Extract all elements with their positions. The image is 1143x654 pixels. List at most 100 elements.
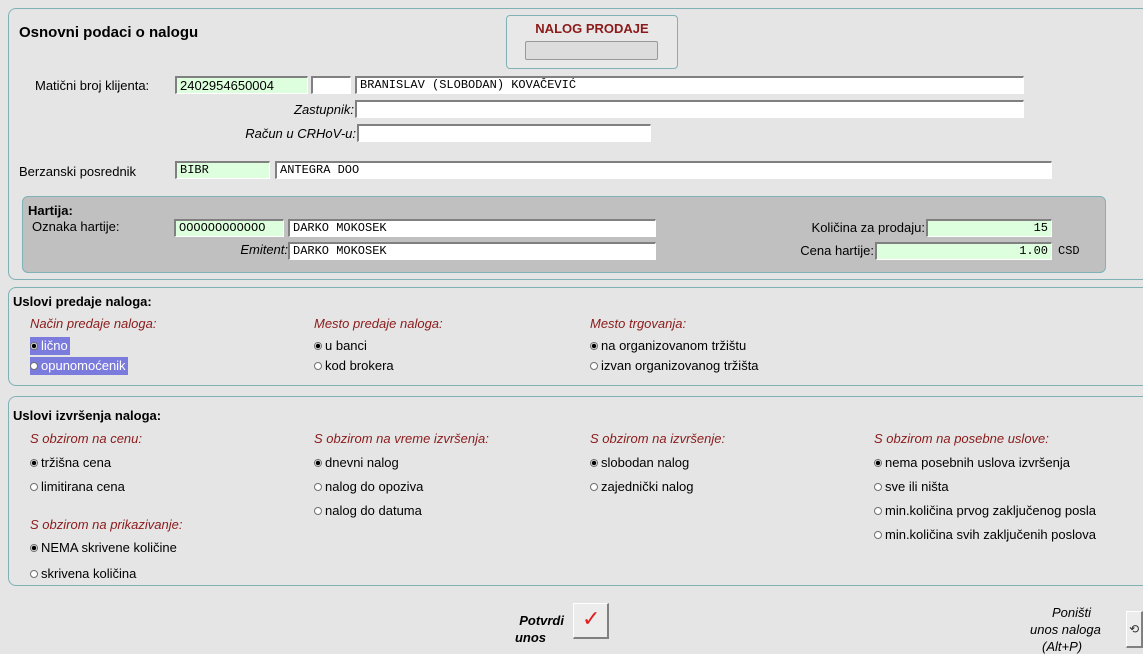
- radio-licno[interactable]: lično: [30, 337, 70, 355]
- radio-zajednicki-nalog[interactable]: zajednički nalog: [590, 478, 694, 496]
- radio-label: nema posebnih uslova izvršenja: [885, 455, 1070, 470]
- confirm-button[interactable]: ✓: [573, 603, 609, 639]
- radio-dot: [30, 482, 38, 491]
- radio-dot: [874, 506, 882, 515]
- radio-dot: [590, 458, 598, 467]
- radio-izvan-organizovanog[interactable]: izvan organizovanog tržišta: [590, 357, 759, 375]
- client-id-label: Matični broj klijenta:: [35, 78, 150, 93]
- client-id-field[interactable]: 2402954650004: [175, 76, 308, 94]
- order-type-box: NALOG PRODAJE: [506, 15, 678, 69]
- radio-dot: [30, 458, 38, 467]
- currency-label: CSD: [1058, 244, 1080, 258]
- radio-u-banci[interactable]: u banci: [314, 337, 367, 355]
- display-condition-title: S obzirom na prikazivanje:: [30, 517, 183, 532]
- radio-kod-brokera[interactable]: kod brokera: [314, 357, 394, 375]
- radio-dot: [590, 341, 598, 350]
- radio-organizovano[interactable]: na organizovanom tržištu: [590, 337, 746, 355]
- order-type-field[interactable]: [525, 41, 658, 60]
- radio-skrivena-kolicina[interactable]: skrivena količina: [30, 565, 136, 583]
- execution-panel: [8, 396, 1143, 586]
- broker-label: Berzanski posrednik: [19, 164, 137, 179]
- radio-label: na organizovanom tržištu: [601, 338, 747, 353]
- radio-label: opunomoćenik: [41, 358, 126, 373]
- client-extra-field[interactable]: [311, 76, 351, 94]
- radio-label: dnevni nalog: [325, 455, 399, 470]
- representative-label: Zastupnik:: [294, 102, 354, 117]
- broker-name-field[interactable]: ANTEGRA DOO: [275, 161, 1052, 179]
- radio-dot: [30, 569, 38, 578]
- order-type-title: NALOG PRODAJE: [535, 21, 649, 36]
- issuer-label: Emitent:: [240, 242, 288, 257]
- execution-header: Uslovi izvršenja naloga:: [13, 408, 162, 423]
- issuer-field[interactable]: DARKO MOKOSEK: [288, 242, 656, 260]
- radio-nalog-do-opoziva[interactable]: nalog do opoziva: [314, 478, 423, 496]
- security-code-label: Oznaka hartije:: [32, 219, 120, 234]
- radio-dot: [314, 341, 322, 350]
- radio-label: u banci: [325, 338, 367, 353]
- security-code-field[interactable]: OOOOOOOOOOOO: [174, 219, 284, 237]
- radio-label: zajednički nalog: [601, 479, 694, 494]
- confirm-label-line1: Potvrdi: [519, 613, 564, 628]
- radio-dot: [314, 482, 322, 491]
- radio-label: slobodan nalog: [601, 455, 690, 470]
- radio-label: min.količina svih zaključenih poslova: [885, 527, 1096, 542]
- radio-label: izvan organizovanog tržišta: [601, 358, 759, 373]
- confirm-label-line2: unos: [514, 630, 546, 645]
- radio-dot: [30, 341, 38, 350]
- radio-label: lično: [41, 338, 68, 353]
- representative-field[interactable]: [355, 100, 1024, 118]
- security-name-field[interactable]: DARKO MOKOSEK: [288, 219, 656, 237]
- submission-method-title: Način predaje naloga:: [30, 316, 157, 331]
- radio-dot: [314, 458, 322, 467]
- radio-label: skrivena količina: [41, 566, 137, 581]
- radio-limitirana-cena[interactable]: limitirana cena: [30, 478, 125, 496]
- price-label: Cena hartije:: [800, 243, 874, 258]
- price-field[interactable]: 1.00: [875, 242, 1052, 260]
- radio-dnevni-nalog[interactable]: dnevni nalog: [314, 454, 399, 472]
- radio-dot: [874, 482, 882, 491]
- radio-min-kolicina-prvog[interactable]: min.količina prvog zaključenog posla: [874, 502, 1096, 520]
- radio-dot: [30, 543, 38, 552]
- undo-icon: ⟲: [1129, 622, 1140, 636]
- radio-label: limitirana cena: [41, 479, 125, 494]
- radio-label: nalog do opoziva: [325, 479, 424, 494]
- radio-slobodan-nalog[interactable]: slobodan nalog: [590, 454, 689, 472]
- submission-panel: [8, 287, 1143, 386]
- radio-dot: [314, 361, 322, 370]
- price-condition-title: S obzirom na cenu:: [30, 431, 143, 446]
- checkmark-icon: ✓: [582, 607, 601, 632]
- cancel-button[interactable]: ⟲: [1126, 611, 1143, 648]
- security-header: Hartija:: [28, 203, 73, 218]
- radio-min-kolicina-svih[interactable]: min.količina svih zaključenih poslova: [874, 526, 1096, 544]
- cancel-label-line1: Poništi: [1052, 605, 1092, 620]
- radio-dot: [314, 506, 322, 515]
- basic-info-title: Osnovni podaci o nalogu: [19, 24, 199, 41]
- client-name-field[interactable]: BRANISLAV (SLOBODAN) KOVAČEVIĆ: [355, 76, 1024, 94]
- account-field[interactable]: [357, 124, 651, 142]
- radio-label: tržišna cena: [41, 455, 112, 470]
- account-label: Račun u CRHoV-u:: [245, 126, 356, 141]
- radio-nema-skrivene[interactable]: NEMA skrivene količine: [30, 539, 177, 557]
- submission-header: Uslovi predaje naloga:: [13, 294, 152, 309]
- radio-label: sve ili ništa: [885, 479, 949, 494]
- radio-dot: [590, 361, 598, 370]
- radio-dot: [874, 530, 882, 539]
- radio-label: min.količina prvog zaključenog posla: [885, 503, 1097, 518]
- execution-condition-title: S obzirom na izvršenje:: [590, 431, 726, 446]
- radio-sve-ili-nista[interactable]: sve ili ništa: [874, 478, 949, 496]
- quantity-field[interactable]: 15: [926, 219, 1052, 237]
- radio-opunomocenik[interactable]: opunomoćenik: [30, 357, 128, 375]
- radio-label: kod brokera: [325, 358, 394, 373]
- submission-place-title: Mesto predaje naloga:: [314, 316, 443, 331]
- radio-label: NEMA skrivene količine: [41, 540, 177, 555]
- radio-nalog-do-datuma[interactable]: nalog do datuma: [314, 502, 422, 520]
- cancel-label-line3: (Alt+P): [1042, 639, 1083, 654]
- radio-trzisna-cena[interactable]: tržišna cena: [30, 454, 111, 472]
- cancel-label-line2: unos naloga: [1030, 622, 1101, 637]
- radio-dot: [30, 361, 38, 370]
- broker-code-field[interactable]: BIBR: [175, 161, 270, 179]
- radio-label: nalog do datuma: [325, 503, 422, 518]
- special-condition-title: S obzirom na posebne uslove:: [874, 431, 1049, 446]
- trading-place-title: Mesto trgovanja:: [590, 316, 687, 331]
- radio-nema-posebnih-uslova[interactable]: nema posebnih uslova izvršenja: [874, 454, 1070, 472]
